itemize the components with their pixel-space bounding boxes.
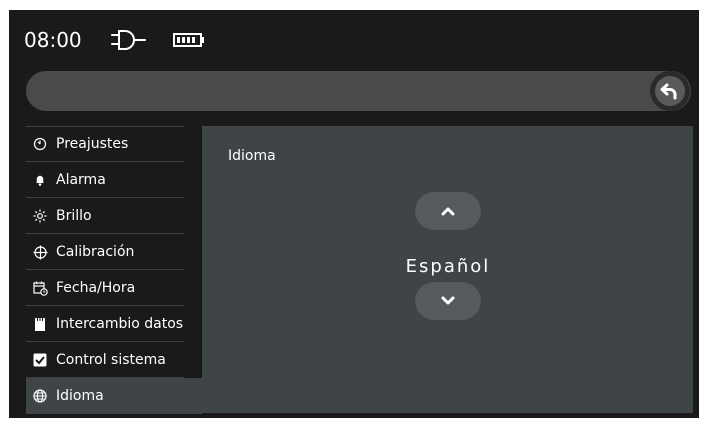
timer-icon — [32, 136, 48, 152]
globe-icon — [32, 388, 48, 404]
device-screen: 08:00 Preajustes Alarma Brillo Calibraci… — [9, 10, 699, 418]
selected-language: Español — [405, 256, 491, 277]
sun-icon — [32, 208, 48, 224]
language-panel: Idioma Español — [202, 126, 693, 413]
chevron-down-icon — [441, 296, 455, 305]
menu-item-label: Preajustes — [56, 136, 129, 152]
menu-item-alarma[interactable]: Alarma — [26, 162, 202, 198]
menu-item-preajustes[interactable]: Preajustes — [26, 126, 202, 162]
panel-title: Idioma — [228, 148, 276, 164]
menu-item-fecha-hora[interactable]: Fecha/Hora — [26, 270, 202, 306]
menu-item-brillo[interactable]: Brillo — [26, 198, 202, 234]
language-down-button[interactable] — [415, 282, 481, 320]
menu-item-label: Idioma — [56, 388, 104, 404]
settings-menu: Preajustes Alarma Brillo Calibración Fec… — [26, 126, 202, 414]
plug-icon — [111, 30, 146, 50]
menu-item-label: Intercambio datos — [56, 316, 184, 332]
language-up-button[interactable] — [415, 192, 481, 230]
menu-item-label: Control sistema — [56, 352, 166, 368]
menu-item-label: Fecha/Hora — [56, 280, 136, 296]
sd-card-icon — [32, 316, 48, 332]
title-bar — [26, 71, 691, 111]
menu-item-calibracion[interactable]: Calibración — [26, 234, 202, 270]
battery-icon — [173, 33, 204, 47]
menu-item-label: Calibración — [56, 244, 135, 260]
menu-item-intercambio-datos[interactable]: Intercambio datos — [26, 306, 202, 342]
back-arrow-icon — [660, 83, 677, 100]
calendar-clock-icon — [32, 280, 48, 296]
menu-item-label: Brillo — [56, 208, 92, 224]
menu-item-idioma[interactable]: Idioma — [26, 378, 202, 414]
checkbox-icon — [32, 352, 48, 368]
menu-item-control-sistema[interactable]: Control sistema — [26, 342, 202, 378]
bell-icon — [32, 172, 48, 188]
chevron-up-icon — [441, 207, 455, 216]
menu-item-label: Alarma — [56, 172, 106, 188]
back-button[interactable] — [650, 71, 690, 111]
clock: 08:00 — [24, 28, 82, 52]
crosshair-icon — [32, 244, 48, 260]
